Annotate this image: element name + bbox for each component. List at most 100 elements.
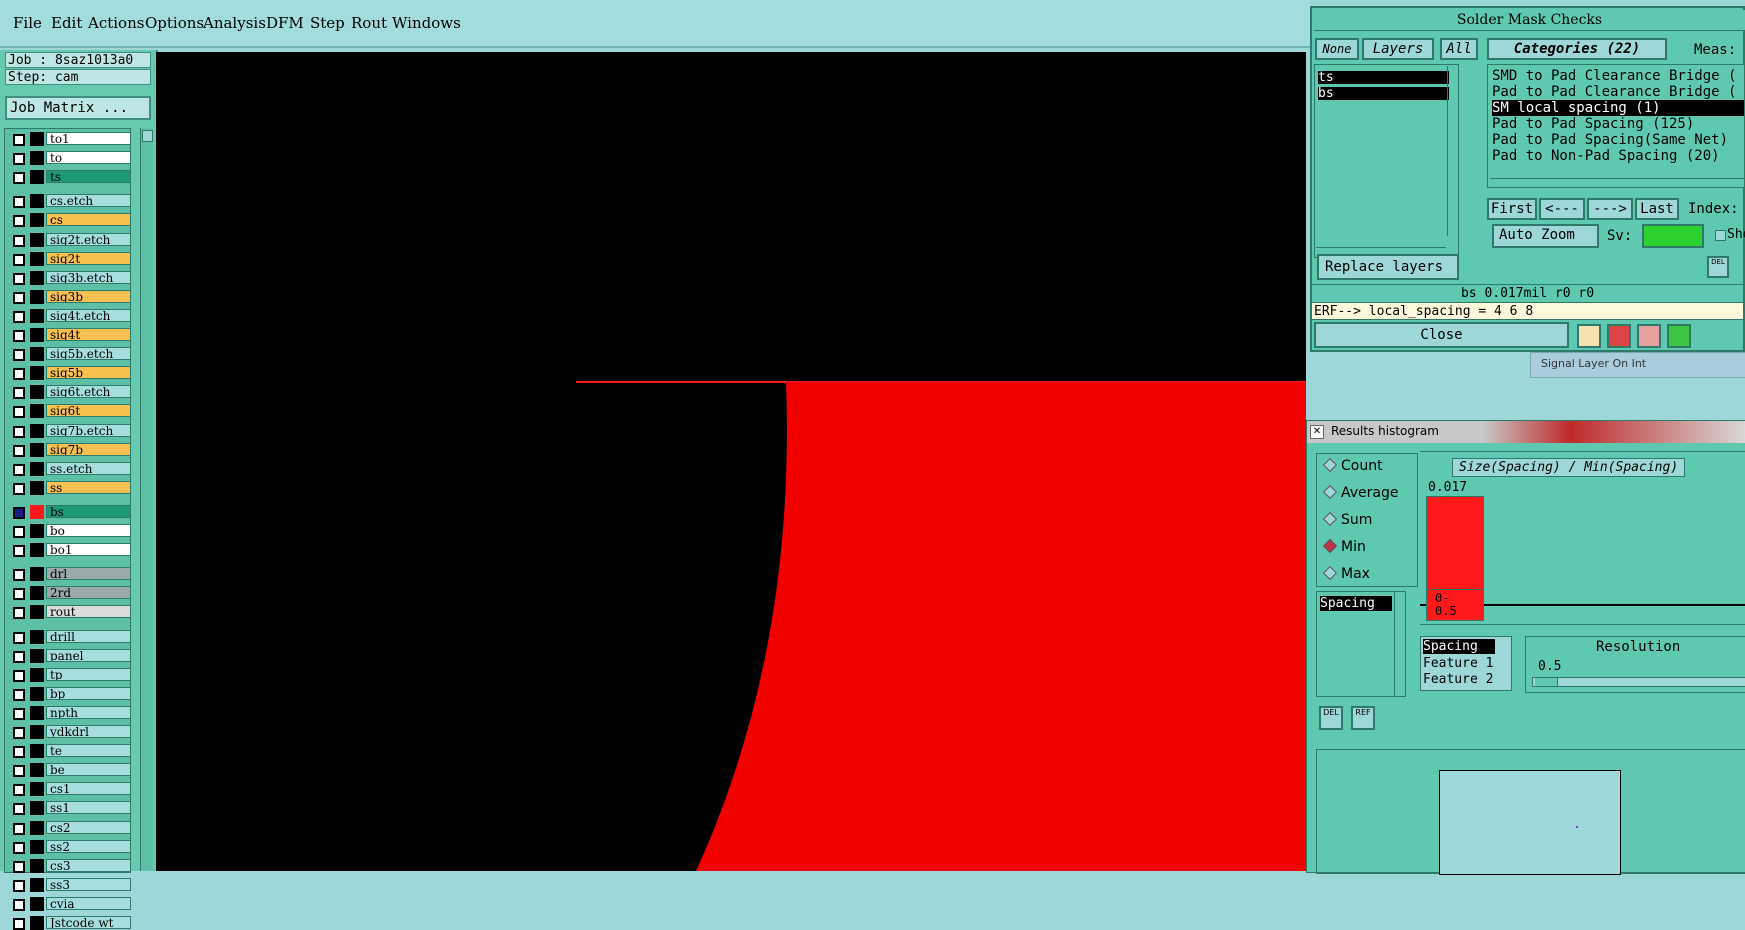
layer-row[interactable]: sig3b [9,289,131,304]
layer-checkbox[interactable] [13,803,25,816]
layer-checkbox[interactable] [13,463,25,476]
replace-layers-dropdown[interactable]: Replace layers [1317,254,1459,280]
layer-checkbox[interactable] [13,506,25,519]
layer-checkbox[interactable] [13,526,25,538]
layer-checkbox[interactable] [13,406,25,419]
categories-header[interactable]: Categories (22) [1487,38,1667,60]
layer-name[interactable]: ydkdrl [46,725,131,738]
layer-row[interactable]: drill [9,629,131,644]
layer-name[interactable]: tp [46,667,131,681]
layer-name[interactable]: rout [46,605,131,619]
categories-hscrollbar[interactable] [1490,178,1744,186]
layer-row[interactable]: sig5b [9,366,131,381]
layer-item-bs[interactable]: bs [1318,87,1449,100]
layer-checkbox[interactable] [13,588,25,601]
layer-row[interactable]: to [9,151,131,166]
prev-button[interactable]: <--- [1539,198,1585,220]
layer-name[interactable]: ss [46,480,131,494]
mode-count-radio[interactable]: Count [1322,457,1383,474]
layer-checkbox[interactable] [13,607,25,620]
layer-row[interactable]: ss3 [9,877,131,892]
layer-row[interactable]: npth [9,705,131,720]
layer-checkbox[interactable] [13,196,25,209]
menu-rout[interactable]: Rout [351,14,387,32]
layer-checkbox[interactable] [13,310,25,323]
layer-row[interactable]: sig6t.etch [9,385,131,400]
layer-row[interactable]: bo [9,524,131,538]
toolbar-exit-icon[interactable] [1607,324,1631,348]
ref-button[interactable]: REF [1351,706,1375,730]
layer-name[interactable]: sig5b.etch [46,347,131,361]
layer-row[interactable]: te [9,744,131,759]
mode-sum-radio[interactable]: Sum [1322,511,1372,528]
layer-name[interactable]: ss2 [46,839,131,853]
layer-row[interactable]: sig2t.etch [9,232,131,247]
menu-analysis[interactable]: Analysis [203,14,266,32]
layer-name[interactable]: sig7b [46,442,131,456]
layer-checkbox[interactable] [13,545,25,558]
layer-row[interactable]: 2rd [9,586,131,601]
job-matrix-button[interactable]: Job Matrix ... [5,96,151,120]
layer-name[interactable]: to [46,151,131,165]
layer-checkbox[interactable] [13,368,25,381]
layer-row[interactable]: ydkdrl [9,725,131,739]
layer-name[interactable]: panel [46,648,131,662]
chart-hscrollbar[interactable] [1420,624,1745,633]
layer-name[interactable]: sig4t [46,328,131,341]
layer-row[interactable]: cs2 [9,820,131,835]
menu-step[interactable]: Step [310,14,345,32]
sv-color-dropdown[interactable] [1642,224,1704,248]
layer-checkbox[interactable] [13,569,25,582]
toolbar-tool-icon[interactable] [1577,324,1601,348]
toolbar-next-icon[interactable] [1667,324,1691,348]
layer-name[interactable]: sig5b [46,366,131,380]
layer-name[interactable]: npth [46,705,131,719]
layer-name[interactable]: bo1 [46,543,131,557]
mode-max-radio[interactable]: Max [1322,565,1370,582]
layer-checkbox[interactable] [13,822,25,835]
menu-windows[interactable]: Windows [392,14,461,32]
menu-dfm[interactable]: DFM [266,14,304,32]
layer-name[interactable]: be [46,763,131,777]
category-item[interactable]: Pad to Pad Clearance Bridge ( [1492,84,1736,100]
layer-checkbox[interactable] [13,215,25,228]
layer-row[interactable]: bp [9,686,131,701]
layer-checkbox[interactable] [13,631,25,644]
layer-checkbox[interactable] [13,253,25,266]
layer-row[interactable]: sig4t [9,328,131,342]
layer-name[interactable]: sig6t.etch [46,385,131,399]
layer-name[interactable]: cvia [46,896,131,910]
layer-checkbox[interactable] [13,387,25,400]
layer-row[interactable]: cs [9,213,131,228]
layer-name[interactable]: te [46,744,131,758]
category-item[interactable]: Pad to Pad Spacing(Same Net) [1492,132,1728,148]
resolution-slider[interactable] [1532,677,1745,687]
next-button[interactable]: ---> [1587,198,1633,220]
menu-file[interactable]: File [13,14,42,32]
toolbar-erase-icon[interactable] [1637,324,1661,348]
layer-checkbox[interactable] [13,918,25,930]
mode-min-radio[interactable]: Min [1322,538,1366,555]
layer-row[interactable]: sig2t [9,251,131,266]
layer-row[interactable]: sig6t [9,404,131,419]
del-icon[interactable]: DEL [1707,256,1729,278]
layer-checkbox[interactable] [13,330,25,342]
layer-name[interactable]: 2rd [46,586,131,600]
layer-row[interactable]: sig4t.etch [9,308,131,323]
layer-name[interactable]: sig3b.etch [46,270,131,284]
layer-row[interactable]: cvia [9,896,131,911]
layer-checkbox[interactable] [13,879,25,892]
layer-checkbox[interactable] [13,425,25,438]
layer-name[interactable]: bp [46,686,131,700]
layer-checkbox[interactable] [13,153,25,166]
layer-row[interactable]: sig7b.etch [9,423,131,438]
layer-name[interactable]: cs.etch [46,194,131,208]
layer-row[interactable]: ss1 [9,801,131,816]
layers-button[interactable]: Layers [1362,38,1434,60]
layer-row[interactable]: be [9,763,131,778]
layer-checkbox[interactable] [13,841,25,854]
menu-options[interactable]: Options [145,14,204,32]
layer-name[interactable]: drl [46,567,131,581]
layer-row[interactable]: bo1 [9,543,131,558]
layer-checkbox[interactable] [13,746,25,759]
